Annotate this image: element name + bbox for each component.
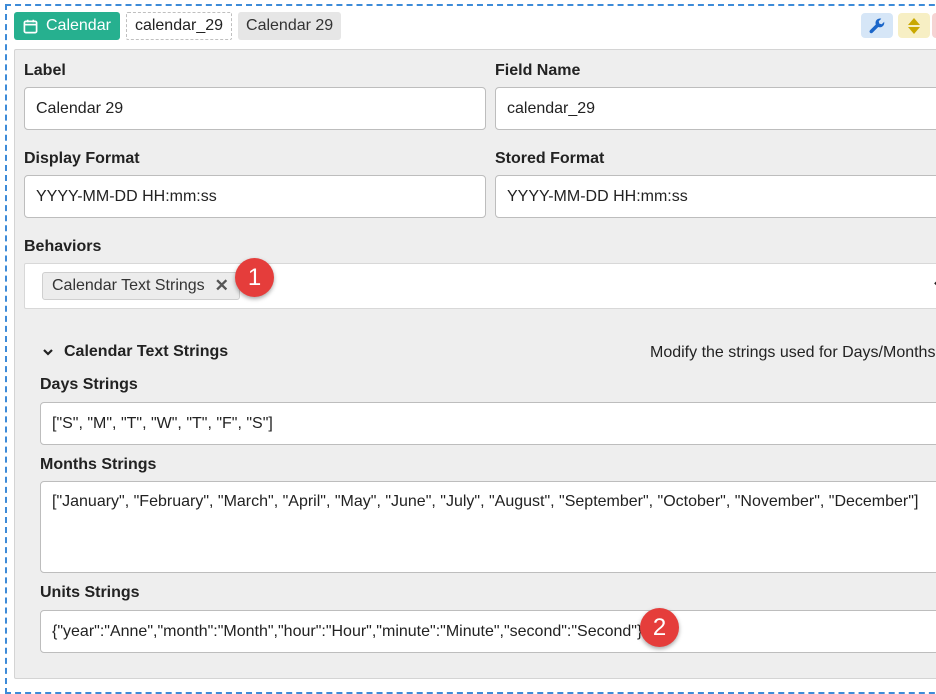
field-type-label: Calendar bbox=[46, 17, 111, 34]
days-strings-title: Days Strings bbox=[40, 376, 138, 393]
calendar-icon bbox=[23, 19, 38, 33]
move-button[interactable] bbox=[898, 13, 930, 38]
behaviors-title: Behaviors bbox=[24, 238, 102, 255]
months-strings-textarea[interactable]: ["January", "February", "March", "April"… bbox=[40, 481, 936, 573]
units-strings-input[interactable]: {"year":"Anne","month":"Month","hour":"H… bbox=[40, 610, 936, 653]
annotation-marker-2: 2 bbox=[640, 608, 679, 647]
field-header: Calendar calendar_29 Calendar 29 bbox=[14, 12, 342, 40]
label-title: Label bbox=[24, 62, 66, 79]
behavior-section-description: Modify the strings used for Days/Months bbox=[650, 344, 936, 361]
sort-arrows-icon bbox=[908, 17, 920, 34]
label-input[interactable]: Calendar 29 bbox=[24, 87, 486, 130]
field-key-chip[interactable]: calendar_29 bbox=[125, 12, 233, 40]
chevron-down-icon bbox=[43, 349, 53, 356]
units-strings-title: Units Strings bbox=[40, 584, 140, 601]
behavior-section-title: Calendar Text Strings bbox=[64, 343, 229, 360]
days-strings-input[interactable]: ["S", "M", "T", "W", "T", "F", "S"] bbox=[40, 402, 936, 445]
wrench-icon bbox=[869, 17, 885, 33]
behavior-tag-label: Calendar Text Strings bbox=[52, 277, 205, 294]
behaviors-select[interactable]: Calendar Text Strings ✕ bbox=[24, 263, 936, 309]
field-name-input[interactable]: calendar_29 bbox=[495, 87, 936, 130]
close-icon[interactable]: ✕ bbox=[215, 276, 229, 296]
remove-button[interactable] bbox=[932, 13, 936, 38]
display-format-input[interactable]: YYYY-MM-DD HH:mm:ss bbox=[24, 175, 486, 218]
display-format-title: Display Format bbox=[24, 150, 140, 167]
field-type-badge: Calendar bbox=[14, 12, 120, 40]
annotation-marker-1: 1 bbox=[235, 258, 274, 297]
months-strings-value: ["January", "February", "March", "April"… bbox=[52, 493, 919, 510]
months-strings-title: Months Strings bbox=[40, 456, 157, 473]
stored-format-title: Stored Format bbox=[495, 150, 605, 167]
settings-button[interactable] bbox=[861, 13, 893, 38]
stored-format-input[interactable]: YYYY-MM-DD HH:mm:ss bbox=[495, 175, 936, 218]
field-settings-panel: Label Calendar 29 Field Name calendar_29… bbox=[14, 49, 936, 679]
field-name-title: Field Name bbox=[495, 62, 581, 79]
behavior-tag: Calendar Text Strings ✕ bbox=[42, 272, 240, 300]
behavior-section-toggle[interactable]: Calendar Text Strings bbox=[42, 343, 228, 361]
field-label-chip: Calendar 29 bbox=[238, 12, 342, 40]
